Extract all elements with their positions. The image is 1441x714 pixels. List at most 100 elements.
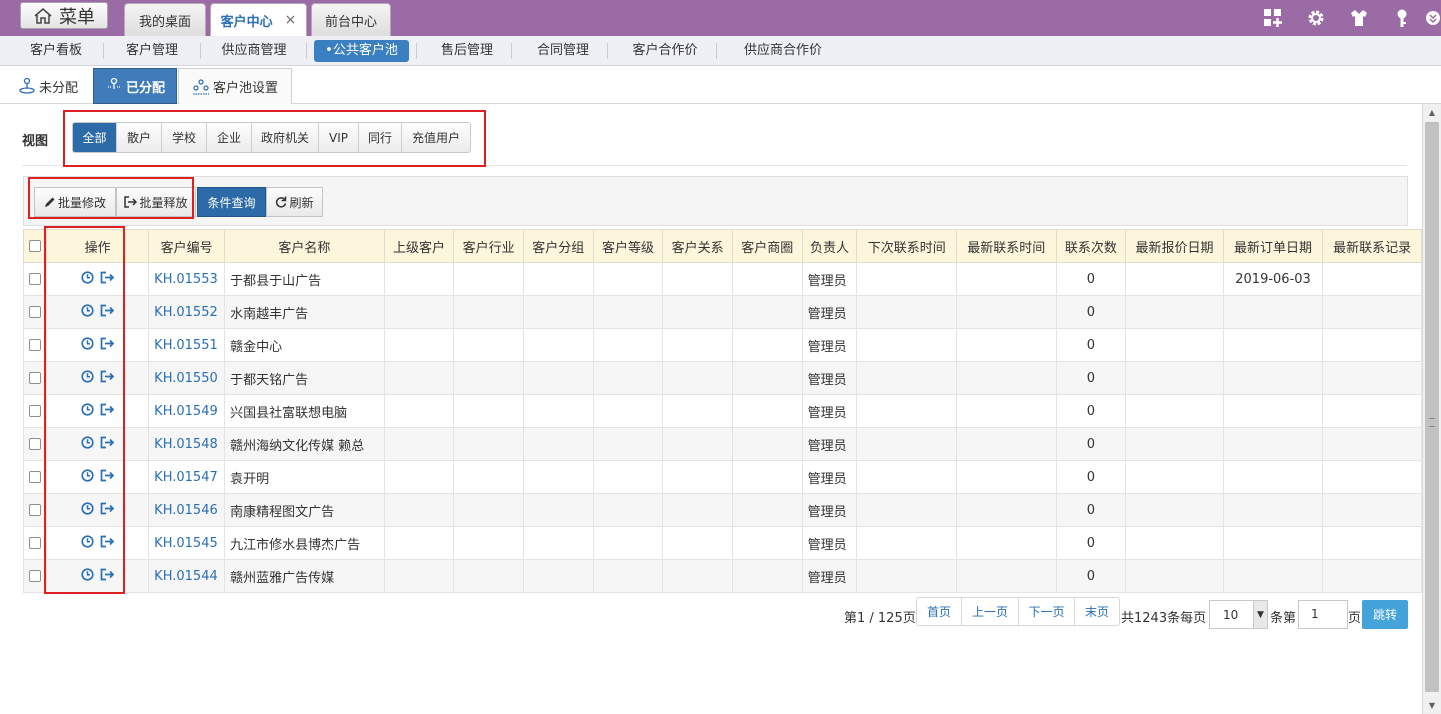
sign-out-icon[interactable] [100, 337, 115, 354]
clock-icon[interactable] [80, 435, 94, 453]
vertical-scrollbar[interactable]: ▲ ▼ [1422, 104, 1441, 714]
customer-code[interactable]: KH.01550 [148, 361, 226, 395]
nav-item-customer-board[interactable]: 客户看板 [16, 40, 96, 62]
col-header[interactable]: 客户编号 [148, 229, 226, 263]
col-header[interactable]: 最新联系时间 [955, 229, 1057, 263]
scroll-thumb[interactable] [1425, 122, 1439, 692]
customer-code[interactable]: KH.01553 [148, 262, 226, 296]
gear-icon[interactable] [1294, 0, 1337, 36]
row-checkbox[interactable] [23, 559, 47, 593]
tab-my-desktop[interactable]: 我的桌面 [124, 3, 206, 36]
col-header[interactable]: 最新订单日期 [1222, 229, 1324, 263]
sign-out-icon[interactable] [100, 568, 115, 585]
col-header[interactable]: 客户等级 [592, 229, 664, 263]
row-checkbox[interactable] [23, 460, 47, 494]
sign-out-icon[interactable] [100, 469, 115, 486]
col-header[interactable]: 上级客户 [383, 229, 455, 263]
col-header[interactable]: 最新联系记录 [1322, 229, 1422, 263]
close-icon[interactable]: × [285, 12, 297, 28]
nav-item-supplier-price[interactable]: 供应商合作价 [728, 40, 838, 62]
select-all-checkbox[interactable] [23, 229, 47, 263]
col-header[interactable]: 最新报价日期 [1125, 229, 1224, 263]
col-header[interactable]: 负责人 [801, 229, 858, 263]
customer-code[interactable]: KH.01552 [148, 295, 226, 329]
filter-school[interactable]: 学校 [162, 123, 207, 152]
page-size-select[interactable]: 10 ▼ [1209, 600, 1268, 629]
menu-button[interactable]: 菜单 [20, 2, 108, 29]
nav-item-contract[interactable]: 合同管理 [523, 40, 603, 62]
batch-edit-button[interactable]: 批量修改 [34, 187, 116, 217]
clock-icon[interactable] [80, 402, 94, 420]
row-checkbox[interactable] [23, 361, 47, 395]
shirt-icon[interactable] [1337, 0, 1380, 36]
prev-page-button[interactable]: 上一页 [962, 598, 1019, 625]
scroll-down-icon[interactable]: ▼ [1423, 697, 1441, 714]
sign-out-icon[interactable] [100, 535, 115, 552]
power-icon[interactable] [1423, 0, 1441, 36]
next-page-button[interactable]: 下一页 [1019, 598, 1075, 625]
row-checkbox[interactable] [23, 493, 47, 527]
table-row[interactable]: KH.01551 赣金中心 管理员 0 [23, 328, 1422, 362]
filter-retail[interactable]: 散户 [117, 123, 162, 152]
table-row[interactable]: KH.01546 南康精程图文广告 管理员 0 [23, 493, 1422, 527]
scroll-up-icon[interactable]: ▲ [1423, 104, 1441, 121]
col-header[interactable]: 联系次数 [1055, 229, 1127, 263]
col-header[interactable]: 下次联系时间 [856, 229, 957, 263]
row-checkbox[interactable] [23, 328, 47, 362]
customer-code[interactable]: KH.01548 [148, 427, 226, 461]
sign-out-icon[interactable] [100, 502, 115, 519]
tab-customer-center[interactable]: 客户中心 × [210, 3, 307, 36]
table-row[interactable]: KH.01549 兴国县社富联想电脑 管理员 0 [23, 394, 1422, 428]
subtab-unassigned[interactable]: 未分配 [8, 68, 88, 104]
clock-icon[interactable] [80, 468, 94, 486]
subtab-pool-settings[interactable]: 客户池设置 [178, 68, 292, 104]
condition-query-button[interactable]: 条件查询 [197, 187, 266, 217]
clock-icon[interactable] [80, 534, 94, 552]
col-header[interactable]: 客户分组 [522, 229, 594, 263]
clock-icon[interactable] [80, 270, 94, 288]
sign-out-icon[interactable] [100, 370, 115, 387]
first-page-button[interactable]: 首页 [917, 598, 962, 625]
clock-icon[interactable] [80, 501, 94, 519]
table-row[interactable]: KH.01552 水南越丰广告 管理员 0 [23, 295, 1422, 329]
tab-front-desk[interactable]: 前台中心 [311, 3, 391, 36]
clock-icon[interactable] [80, 567, 94, 585]
table-row[interactable]: KH.01545 九江市修水县博杰广告 管理员 0 [23, 526, 1422, 560]
sign-out-icon[interactable] [100, 403, 115, 420]
customer-code[interactable]: KH.01549 [148, 394, 226, 428]
row-checkbox[interactable] [23, 295, 47, 329]
customer-code[interactable]: KH.01544 [148, 559, 226, 593]
row-checkbox[interactable] [23, 526, 47, 560]
filter-recharge-user[interactable]: 充值用户 [402, 123, 470, 152]
filter-enterprise[interactable]: 企业 [207, 123, 252, 152]
customer-code[interactable]: KH.01547 [148, 460, 226, 494]
clock-icon[interactable] [80, 303, 94, 321]
row-checkbox[interactable] [23, 427, 47, 461]
sign-out-icon[interactable] [100, 304, 115, 321]
jump-button[interactable]: 跳转 [1362, 600, 1408, 629]
col-header[interactable]: 客户商圈 [731, 229, 803, 263]
filter-peer[interactable]: 同行 [359, 123, 402, 152]
table-row[interactable]: KH.01553 于都县于山广告 管理员 0 2019-06-03 [23, 262, 1422, 296]
table-row[interactable]: KH.01548 赣州海纳文化传媒 赖总 管理员 0 [23, 427, 1422, 461]
key-icon[interactable] [1380, 0, 1423, 36]
row-checkbox[interactable] [23, 394, 47, 428]
table-row[interactable]: KH.01547 袁开明 管理员 0 [23, 460, 1422, 494]
batch-release-button[interactable]: 批量释放 [116, 187, 196, 217]
sign-out-icon[interactable] [100, 436, 115, 453]
nav-item-customer-manage[interactable]: 客户管理 [112, 40, 192, 62]
grid-add-icon[interactable] [1251, 0, 1294, 36]
customer-code[interactable]: KH.01551 [148, 328, 226, 362]
nav-item-after-sales[interactable]: 售后管理 [427, 40, 507, 62]
nav-item-supplier-manage[interactable]: 供应商管理 [208, 40, 300, 62]
filter-vip[interactable]: VIP [319, 123, 359, 152]
filter-government[interactable]: 政府机关 [252, 123, 319, 152]
sign-out-icon[interactable] [100, 271, 115, 288]
clock-icon[interactable] [80, 369, 94, 387]
last-page-button[interactable]: 末页 [1075, 598, 1119, 625]
col-header[interactable]: 客户关系 [662, 229, 733, 263]
nav-item-public-pool[interactable]: •公共客户池 [314, 40, 409, 62]
col-header[interactable]: 客户行业 [453, 229, 524, 263]
page-number-input[interactable]: 1 [1298, 600, 1348, 629]
filter-all[interactable]: 全部 [73, 123, 117, 152]
